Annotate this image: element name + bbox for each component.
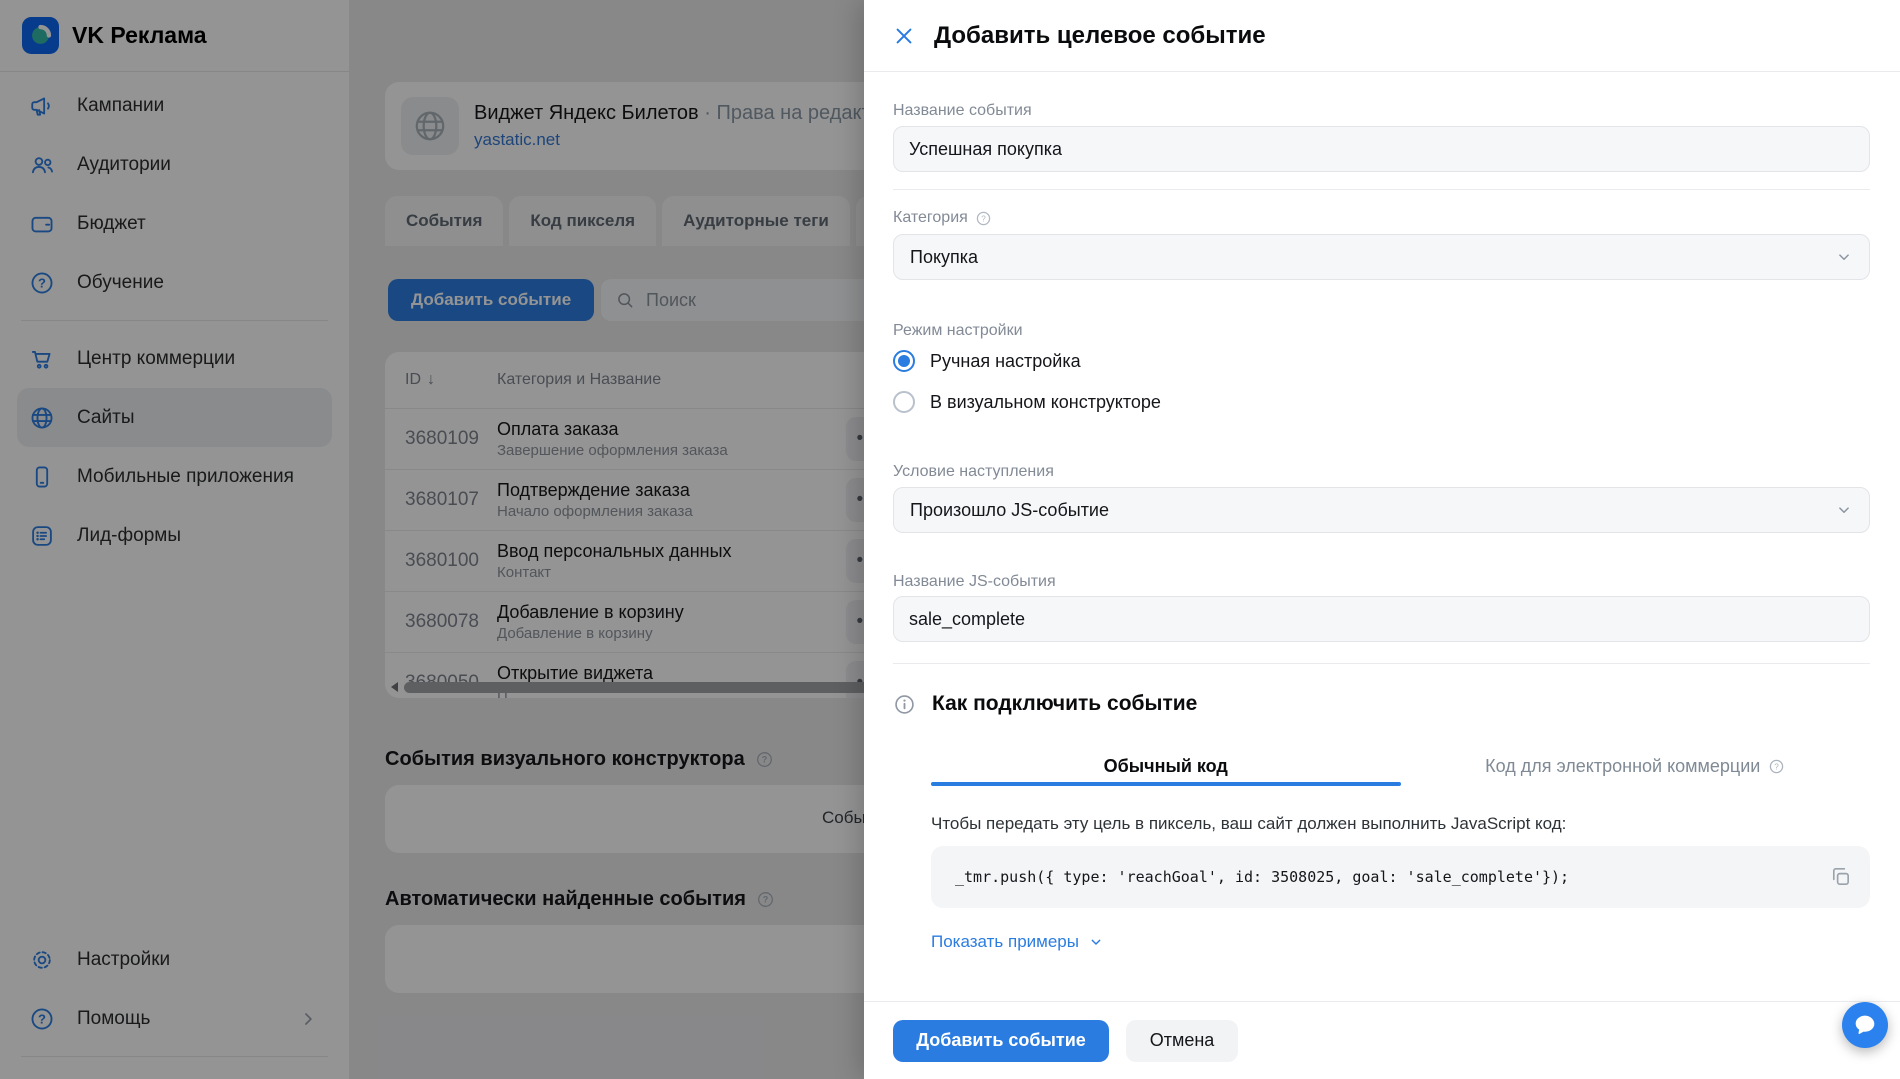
code-instructions-text: Чтобы передать эту цель в пиксель, ваш с… <box>931 814 1567 833</box>
radio-unselected-icon[interactable] <box>893 391 915 413</box>
copy-icon[interactable] <box>1829 865 1852 888</box>
radio-label: Ручная настройка <box>930 350 1081 371</box>
event-name-field[interactable] <box>893 126 1870 172</box>
tab-regular-code[interactable]: Обычный код <box>931 746 1401 786</box>
chevron-down-icon <box>1839 254 1849 260</box>
condition-select[interactable]: Произошло JS-событие <box>893 487 1870 533</box>
info-circle-icon <box>895 694 914 714</box>
close-icon[interactable] <box>893 25 915 47</box>
divider <box>893 189 1870 190</box>
chevron-down-icon <box>1091 939 1101 945</box>
js-event-label: Название JS-события <box>893 573 1056 590</box>
radio-visual-constructor[interactable]: В визуальном конструкторе <box>893 391 1870 413</box>
svg-text:?: ? <box>1775 762 1780 771</box>
add-target-event-drawer: Добавить целевое событие Название событи… <box>864 0 1900 1079</box>
condition-value: Произошло JS-событие <box>910 499 1110 520</box>
chat-bubble-icon <box>1855 1015 1875 1034</box>
submit-add-event-button[interactable]: Добавить событие <box>893 1019 1109 1062</box>
event-name-label: Название события <box>893 102 1032 119</box>
tab-ecommerce-code[interactable]: Код для электронной коммерции ? <box>1401 746 1871 786</box>
radio-selected-icon[interactable] <box>893 350 915 372</box>
drawer-title: Добавить целевое событие <box>934 21 1266 49</box>
condition-label: Условие наступления <box>893 463 1054 480</box>
drawer-header: Добавить целевое событие <box>864 0 1900 72</box>
hint-question-icon[interactable]: ? <box>975 210 992 227</box>
code-tabs: Обычный код Код для электронной коммерци… <box>931 746 1870 786</box>
category-value: Покупка <box>910 246 979 267</box>
category-select[interactable]: Покупка <box>893 234 1870 280</box>
show-examples-link[interactable]: Показать примеры <box>931 932 1104 952</box>
cancel-button[interactable]: Отмена <box>1126 1019 1238 1062</box>
svg-text:?: ? <box>981 214 986 223</box>
divider <box>893 663 1870 664</box>
category-label: Категория ? <box>893 209 1870 227</box>
drawer-footer: Добавить событие Отмена <box>864 1001 1900 1079</box>
radio-label: В визуальном конструкторе <box>930 391 1161 412</box>
code-snippet-block: _tmr.push({ type: 'reachGoal', id: 35080… <box>931 846 1870 908</box>
radio-manual-setup[interactable]: Ручная настройка <box>893 350 1870 372</box>
support-chat-button[interactable] <box>1842 1002 1888 1048</box>
setup-mode-label: Режим настройки <box>893 322 1023 339</box>
js-event-field[interactable] <box>893 596 1870 642</box>
drawer-body: Название события Категория ? Покупка Реж… <box>864 102 1900 952</box>
chevron-down-icon <box>1839 507 1849 513</box>
js-code-snippet: _tmr.push({ type: 'reachGoal', id: 35080… <box>955 868 1570 886</box>
how-to-connect-heading: Как подключить событие <box>893 692 1870 716</box>
hint-question-icon[interactable]: ? <box>1768 758 1785 775</box>
